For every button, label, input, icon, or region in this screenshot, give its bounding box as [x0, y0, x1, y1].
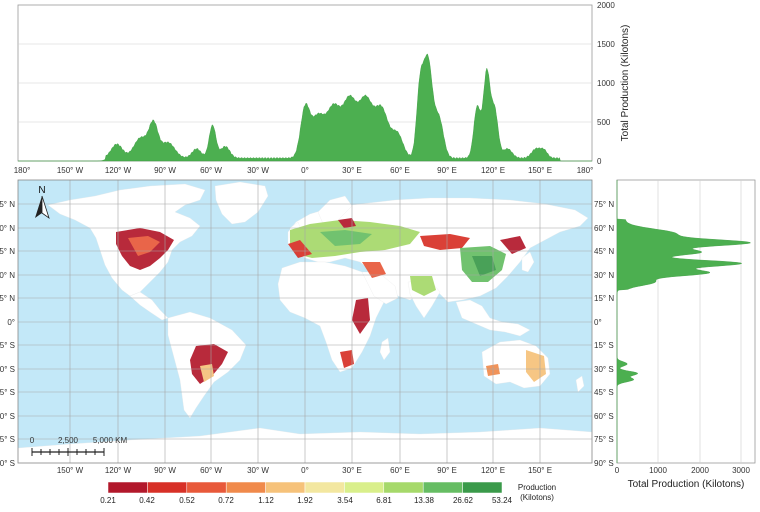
lat-tick-left: 30° N — [0, 271, 15, 280]
lat-tick-right: 45° S — [594, 388, 614, 397]
legend-break: 0.42 — [139, 496, 155, 505]
top-x-tick: 150° E — [528, 166, 552, 175]
lat-tick-left: 0° — [7, 318, 15, 327]
lat-tick-right: 60° N — [594, 224, 614, 233]
legend-break: 1.92 — [297, 496, 313, 505]
lat-tick-left: 90° S — [0, 459, 15, 468]
right-x-tick: 1000 — [649, 466, 667, 475]
top-x-tick: 60° W — [200, 166, 222, 175]
lat-tick-left: 60° S — [0, 412, 15, 421]
legend-swatch — [186, 481, 227, 494]
latitude-ticks-left: 75° N 60° N 45° N 30° N 15° N 0° 15° S 3… — [0, 200, 15, 468]
lat-tick-right: 30° S — [594, 365, 614, 374]
legend-swatch — [147, 481, 188, 494]
top-x-tick: 120° W — [105, 166, 132, 175]
lat-tick-left: 30° S — [0, 365, 15, 374]
right-profile-x-ticks: 0 1000 2000 3000 — [615, 466, 751, 475]
legend-break: 0.52 — [179, 496, 195, 505]
lat-tick-left: 45° N — [0, 247, 15, 256]
top-x-tick: 150° W — [57, 166, 84, 175]
legend-break: 0.21 — [100, 496, 116, 505]
top-x-tick: 120° E — [481, 166, 505, 175]
right-latitude-profile: 0 1000 2000 3000 Total Production (Kilot… — [615, 179, 756, 490]
scale-bar-label: 5,000 KM — [93, 436, 128, 445]
legend-swatches — [107, 481, 503, 494]
legend-break: 6.81 — [376, 496, 392, 505]
legend-title-unit: (Kilotons) — [520, 493, 554, 502]
lon-tick: 90° W — [154, 466, 176, 475]
lat-tick-right: 0° — [594, 318, 602, 327]
longitude-ticks: 150° W 120° W 90° W 60° W 30° W 0° 30° E… — [57, 466, 552, 475]
legend-title: Production — [518, 483, 556, 492]
legend-swatch — [225, 481, 266, 494]
top-x-tick: 60° E — [390, 166, 410, 175]
lon-tick: 60° W — [200, 466, 222, 475]
top-x-tick: 180° — [577, 166, 594, 175]
legend-swatch — [265, 481, 306, 494]
top-y-tick: 1000 — [597, 79, 615, 88]
legend-swatch — [422, 481, 463, 494]
right-profile-frame — [616, 179, 756, 464]
lon-tick: 0° — [301, 466, 309, 475]
legend-swatch — [383, 481, 424, 494]
right-x-tick: 0 — [615, 466, 620, 475]
top-profile-x-ticks: 180° 150° W 120° W 90° W 60° W 30° W 0° … — [14, 166, 594, 175]
lon-tick: 150° W — [57, 466, 84, 475]
lon-tick: 120° W — [105, 466, 132, 475]
lon-tick: 30° W — [247, 466, 269, 475]
lat-tick-right: 15° S — [594, 341, 614, 350]
lat-tick-right: 75° S — [594, 435, 614, 444]
lat-tick-right: 45° N — [594, 247, 614, 256]
legend-break: 53.24 — [492, 496, 513, 505]
legend-break: 3.54 — [337, 496, 353, 505]
lat-tick-left: 45° S — [0, 388, 15, 397]
north-arrow-label: N — [38, 185, 45, 196]
top-profile-axis-title: Total Production (Kilotons) — [620, 25, 631, 142]
lat-tick-right: 30° N — [594, 271, 614, 280]
top-x-tick: 30° E — [342, 166, 362, 175]
lat-tick-right: 15° N — [594, 294, 614, 303]
top-x-tick: 0° — [301, 166, 309, 175]
lon-tick: 150° E — [528, 466, 552, 475]
legend-swatch — [462, 481, 503, 494]
lon-tick: 90° E — [437, 466, 457, 475]
legend-break: 1.12 — [258, 496, 274, 505]
lat-tick-left: 60° N — [0, 224, 15, 233]
top-longitude-profile: 0 500 1000 1500 2000 Total Production (K… — [14, 1, 631, 175]
legend-break: 26.62 — [453, 496, 474, 505]
right-profile-axis-title: Total Production (Kilotons) — [628, 479, 745, 490]
top-y-tick: 1500 — [597, 40, 615, 49]
top-x-tick: 180° — [14, 166, 31, 175]
lon-tick: 120° E — [481, 466, 505, 475]
latitude-ticks-right: 75° N 60° N 45° N 30° N 15° N 0° 15° S 3… — [594, 200, 614, 468]
legend-break-labels: 0.21 0.42 0.52 0.72 1.12 1.92 3.54 6.81 … — [100, 496, 512, 505]
legend-break: 0.72 — [218, 496, 234, 505]
lat-tick-left: 75° N — [0, 200, 15, 209]
lat-tick-left: 75° S — [0, 435, 15, 444]
top-profile-y-ticks: 0 500 1000 1500 2000 — [597, 1, 615, 166]
legend-swatch — [304, 481, 345, 494]
lat-tick-right: 75° N — [594, 200, 614, 209]
lon-tick: 30° E — [342, 466, 362, 475]
world-map: N 0 2,500 5,000 KM 75° N — [0, 179, 614, 475]
top-y-tick: 0 — [597, 157, 602, 166]
lat-tick-right: 90° S — [594, 459, 614, 468]
top-x-tick: 90° E — [437, 166, 457, 175]
scale-bar-label: 2,500 — [58, 436, 79, 445]
top-x-tick: 30° W — [247, 166, 269, 175]
lon-tick: 60° E — [390, 466, 410, 475]
right-x-tick: 3000 — [732, 466, 750, 475]
top-x-tick: 90° W — [154, 166, 176, 175]
lat-tick-left: 15° S — [0, 341, 15, 350]
legend-swatch — [344, 481, 385, 494]
production-legend: 0.21 0.42 0.52 0.72 1.12 1.92 3.54 6.81 … — [100, 481, 556, 505]
scale-bar-label: 0 — [30, 436, 35, 445]
top-y-tick: 2000 — [597, 1, 615, 10]
lat-tick-right: 60° S — [594, 412, 614, 421]
right-x-tick: 2000 — [691, 466, 709, 475]
legend-break: 13.38 — [414, 496, 435, 505]
lat-tick-left: 15° N — [0, 294, 15, 303]
top-y-tick: 500 — [597, 118, 611, 127]
legend-swatch — [107, 481, 148, 494]
